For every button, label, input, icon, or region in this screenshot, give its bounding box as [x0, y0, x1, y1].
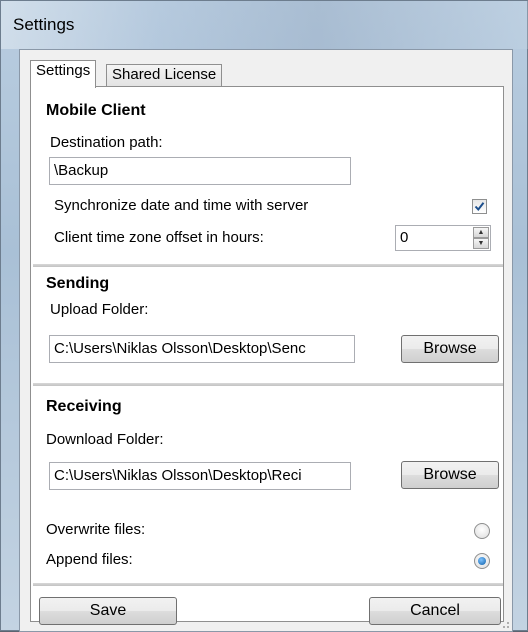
mobile-client-heading: Mobile Client: [46, 102, 146, 119]
checkmark-icon: [474, 202, 485, 212]
resize-grip-icon[interactable]: [500, 619, 510, 629]
spin-up-icon[interactable]: ▲: [473, 227, 489, 238]
sync-datetime-label: Synchronize date and time with server: [54, 197, 309, 214]
radio-selected-dot: [478, 557, 486, 565]
overwrite-files-radio[interactable]: [474, 523, 490, 539]
tab-shared-license[interactable]: Shared License: [106, 64, 223, 86]
append-files-label: Append files:: [46, 551, 133, 568]
upload-folder-input[interactable]: C:\Users\Niklas Olsson\Desktop\Senc: [49, 335, 355, 363]
receiving-heading: Receiving: [46, 398, 122, 415]
sending-heading: Sending: [46, 275, 110, 292]
tab-settings[interactable]: Settings: [30, 60, 97, 88]
section-divider: [33, 383, 503, 386]
upload-folder-label: Upload Folder:: [50, 301, 149, 318]
dialog-body: Settings Shared License Mobile Client De…: [19, 49, 513, 632]
settings-window: Settings Settings Shared License Mobile …: [0, 0, 528, 632]
download-folder-label: Download Folder:: [46, 431, 164, 448]
overwrite-files-label: Overwrite files:: [46, 521, 146, 538]
section-divider: [33, 264, 503, 267]
upload-browse-button[interactable]: Browse: [401, 335, 499, 363]
download-folder-input[interactable]: C:\Users\Niklas Olsson\Desktop\Reci: [49, 462, 351, 490]
title-bar[interactable]: [1, 1, 528, 49]
cancel-button[interactable]: Cancel: [369, 597, 501, 625]
timezone-offset-label: Client time zone offset in hours:: [54, 229, 264, 246]
stepper-arrows: ▲ ▼: [473, 226, 490, 250]
spin-down-icon[interactable]: ▼: [473, 238, 489, 249]
destination-path-input[interactable]: \Backup: [49, 157, 351, 185]
download-browse-button[interactable]: Browse: [401, 461, 499, 489]
save-button[interactable]: Save: [39, 597, 177, 625]
timezone-offset-value[interactable]: 0: [400, 226, 408, 250]
window-title: Settings: [13, 15, 75, 34]
settings-tab-panel: Mobile Client Destination path: \Backup …: [30, 86, 504, 622]
timezone-offset-stepper[interactable]: 0 ▲ ▼: [395, 225, 491, 251]
append-files-radio[interactable]: [474, 553, 490, 569]
sync-datetime-checkbox[interactable]: [472, 199, 487, 214]
section-divider: [33, 583, 503, 586]
destination-path-label: Destination path:: [50, 134, 163, 151]
